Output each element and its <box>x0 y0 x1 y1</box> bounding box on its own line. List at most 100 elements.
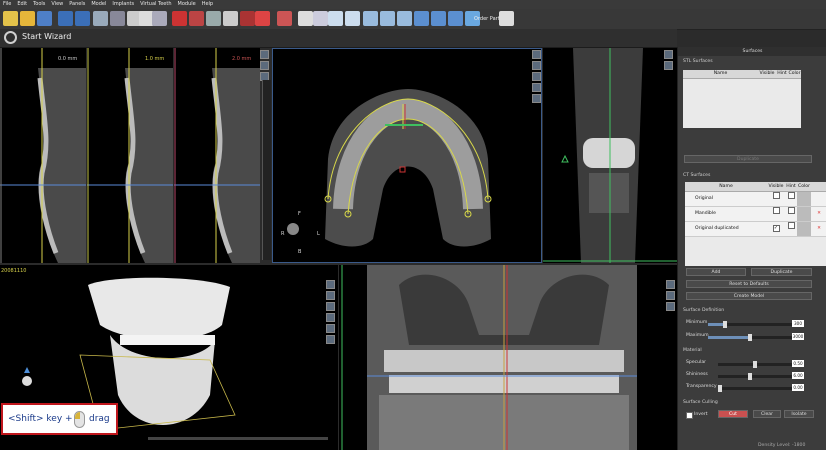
ct-row-original[interactable]: Original <box>685 192 826 207</box>
reset-defaults-button[interactable]: Reset to Defaults <box>686 280 812 288</box>
panoramic-view[interactable] <box>339 265 677 450</box>
minimum-value[interactable]: 300 <box>792 320 804 327</box>
menu-implants[interactable]: Implants <box>109 0 137 9</box>
transparency-slider[interactable] <box>718 385 792 392</box>
view-tool-icon[interactable] <box>532 50 541 59</box>
visible-checkbox[interactable] <box>772 207 780 214</box>
measure-distance-icon[interactable] <box>363 11 378 26</box>
visible-checkbox[interactable] <box>772 192 780 199</box>
ct-row-original-duplicated[interactable]: Original duplicated ✓ ✕ <box>685 222 826 237</box>
color-swatch[interactable] <box>797 222 811 236</box>
start-wizard-label[interactable]: Start Wizard <box>22 32 71 41</box>
minimum-slider[interactable] <box>708 321 792 328</box>
implant-tool-icon[interactable] <box>189 11 204 26</box>
view-tool-icon[interactable] <box>260 50 269 59</box>
save-icon[interactable] <box>37 11 52 26</box>
rotate-icon[interactable] <box>313 11 328 26</box>
protractor-icon[interactable] <box>397 11 412 26</box>
view-tool-icon[interactable] <box>664 50 673 59</box>
menu-virtual-teeth[interactable]: Virtual Teeth <box>137 0 174 9</box>
invert-checkbox[interactable] <box>686 412 693 419</box>
clear-button[interactable]: Clear <box>753 410 781 418</box>
view-tool-icon[interactable] <box>664 61 673 70</box>
3d-view-scrollbar[interactable] <box>148 437 328 440</box>
color-swatch[interactable] <box>797 207 811 221</box>
sync-icon[interactable] <box>431 11 446 26</box>
delete-icon[interactable]: ✕ <box>811 222 826 236</box>
transparency-value[interactable]: 0.00 <box>792 384 804 391</box>
maximum-label: Maximum <box>686 333 709 338</box>
menu-panels[interactable]: Panels <box>66 0 88 9</box>
cut-button[interactable]: Cut <box>718 410 748 418</box>
specular-value[interactable]: 0.50 <box>792 360 804 367</box>
duplicate-surface-button[interactable]: Duplicate <box>751 268 812 276</box>
visible-checkbox-checked[interactable]: ✓ <box>772 225 780 232</box>
axial-view[interactable]: F R L B <box>272 48 542 263</box>
isolate-button[interactable]: Isolate <box>784 410 814 418</box>
hint-checkbox[interactable] <box>787 207 795 214</box>
screenshot-icon[interactable] <box>93 11 108 26</box>
menu-model[interactable]: Model <box>88 0 109 9</box>
shininess-value[interactable]: 6.00 <box>792 372 804 379</box>
stl-surfaces-table[interactable]: Name Visible Hint Color <box>683 70 801 128</box>
view-tool-icon[interactable] <box>260 61 269 70</box>
tangential-view[interactable] <box>543 48 677 263</box>
spline-icon[interactable] <box>240 11 255 26</box>
zoom-in-icon[interactable] <box>328 11 343 26</box>
view-tool-icon[interactable] <box>326 280 335 289</box>
delete-icon[interactable]: ✕ <box>811 207 826 221</box>
cross-section-view-1[interactable]: 0.0 mm <box>0 48 86 263</box>
power-icon[interactable] <box>4 31 17 44</box>
crown-icon[interactable] <box>223 11 238 26</box>
export-icon[interactable] <box>448 11 463 26</box>
maximum-slider[interactable] <box>708 334 792 341</box>
view-tool-icon[interactable] <box>326 302 335 311</box>
open-folder-icon[interactable] <box>20 11 35 26</box>
view-tool-icon[interactable] <box>666 291 675 300</box>
fullscreen-icon[interactable] <box>499 11 514 26</box>
nerve-tool-icon[interactable] <box>172 11 187 26</box>
view-tool-icon[interactable] <box>532 61 541 70</box>
curve-icon[interactable] <box>255 11 270 26</box>
view-tool-icon[interactable] <box>326 291 335 300</box>
ct-row-name: Original duplicated <box>695 226 739 231</box>
refresh-icon[interactable] <box>414 11 429 26</box>
view-tool-icon[interactable] <box>532 94 541 103</box>
view-tool-icon[interactable] <box>666 280 675 289</box>
menu-tools[interactable]: Tools <box>30 0 48 9</box>
view-tool-icon[interactable] <box>326 313 335 322</box>
cross-section-view-3[interactable]: 2.0 mm <box>174 48 260 263</box>
hint-checkbox[interactable] <box>787 192 795 199</box>
measure-angle-icon[interactable] <box>380 11 395 26</box>
hint-checkbox[interactable] <box>787 222 795 229</box>
color-swatch[interactable] <box>797 192 811 206</box>
shininess-slider[interactable] <box>718 373 792 380</box>
layers-icon[interactable] <box>277 11 292 26</box>
tooth-icon[interactable] <box>206 11 221 26</box>
contrast-icon[interactable] <box>298 11 313 26</box>
add-surface-button[interactable]: Add <box>686 268 746 276</box>
undo-icon[interactable] <box>58 11 73 26</box>
cross-section-view-2[interactable]: 1.0 mm <box>87 48 173 263</box>
view-tool-icon[interactable] <box>532 83 541 92</box>
move-icon[interactable] <box>152 11 167 26</box>
create-model-button[interactable]: Create Model <box>686 292 812 300</box>
layout-icon[interactable] <box>110 11 125 26</box>
menu-file[interactable]: File <box>0 0 14 9</box>
stl-duplicate-button[interactable]: Duplicate <box>684 155 812 163</box>
view-tool-icon[interactable] <box>326 335 335 344</box>
menu-help[interactable]: Help <box>199 0 216 9</box>
menu-edit[interactable]: Edit <box>14 0 30 9</box>
menu-module[interactable]: Module <box>175 0 199 9</box>
view-tool-icon[interactable] <box>532 72 541 81</box>
specular-slider[interactable] <box>718 361 792 368</box>
ct-surfaces-table[interactable]: Name Visible Hint Color Original Mandibl… <box>685 182 826 266</box>
maximum-value[interactable]: 3000 <box>792 333 804 340</box>
new-file-icon[interactable] <box>3 11 18 26</box>
view-tool-icon[interactable] <box>326 324 335 333</box>
ct-row-mandible[interactable]: Mandible ✕ <box>685 207 826 222</box>
redo-icon[interactable] <box>75 11 90 26</box>
view-tool-icon[interactable] <box>666 302 675 311</box>
pan-icon[interactable] <box>345 11 360 26</box>
menu-view[interactable]: View <box>48 0 66 9</box>
